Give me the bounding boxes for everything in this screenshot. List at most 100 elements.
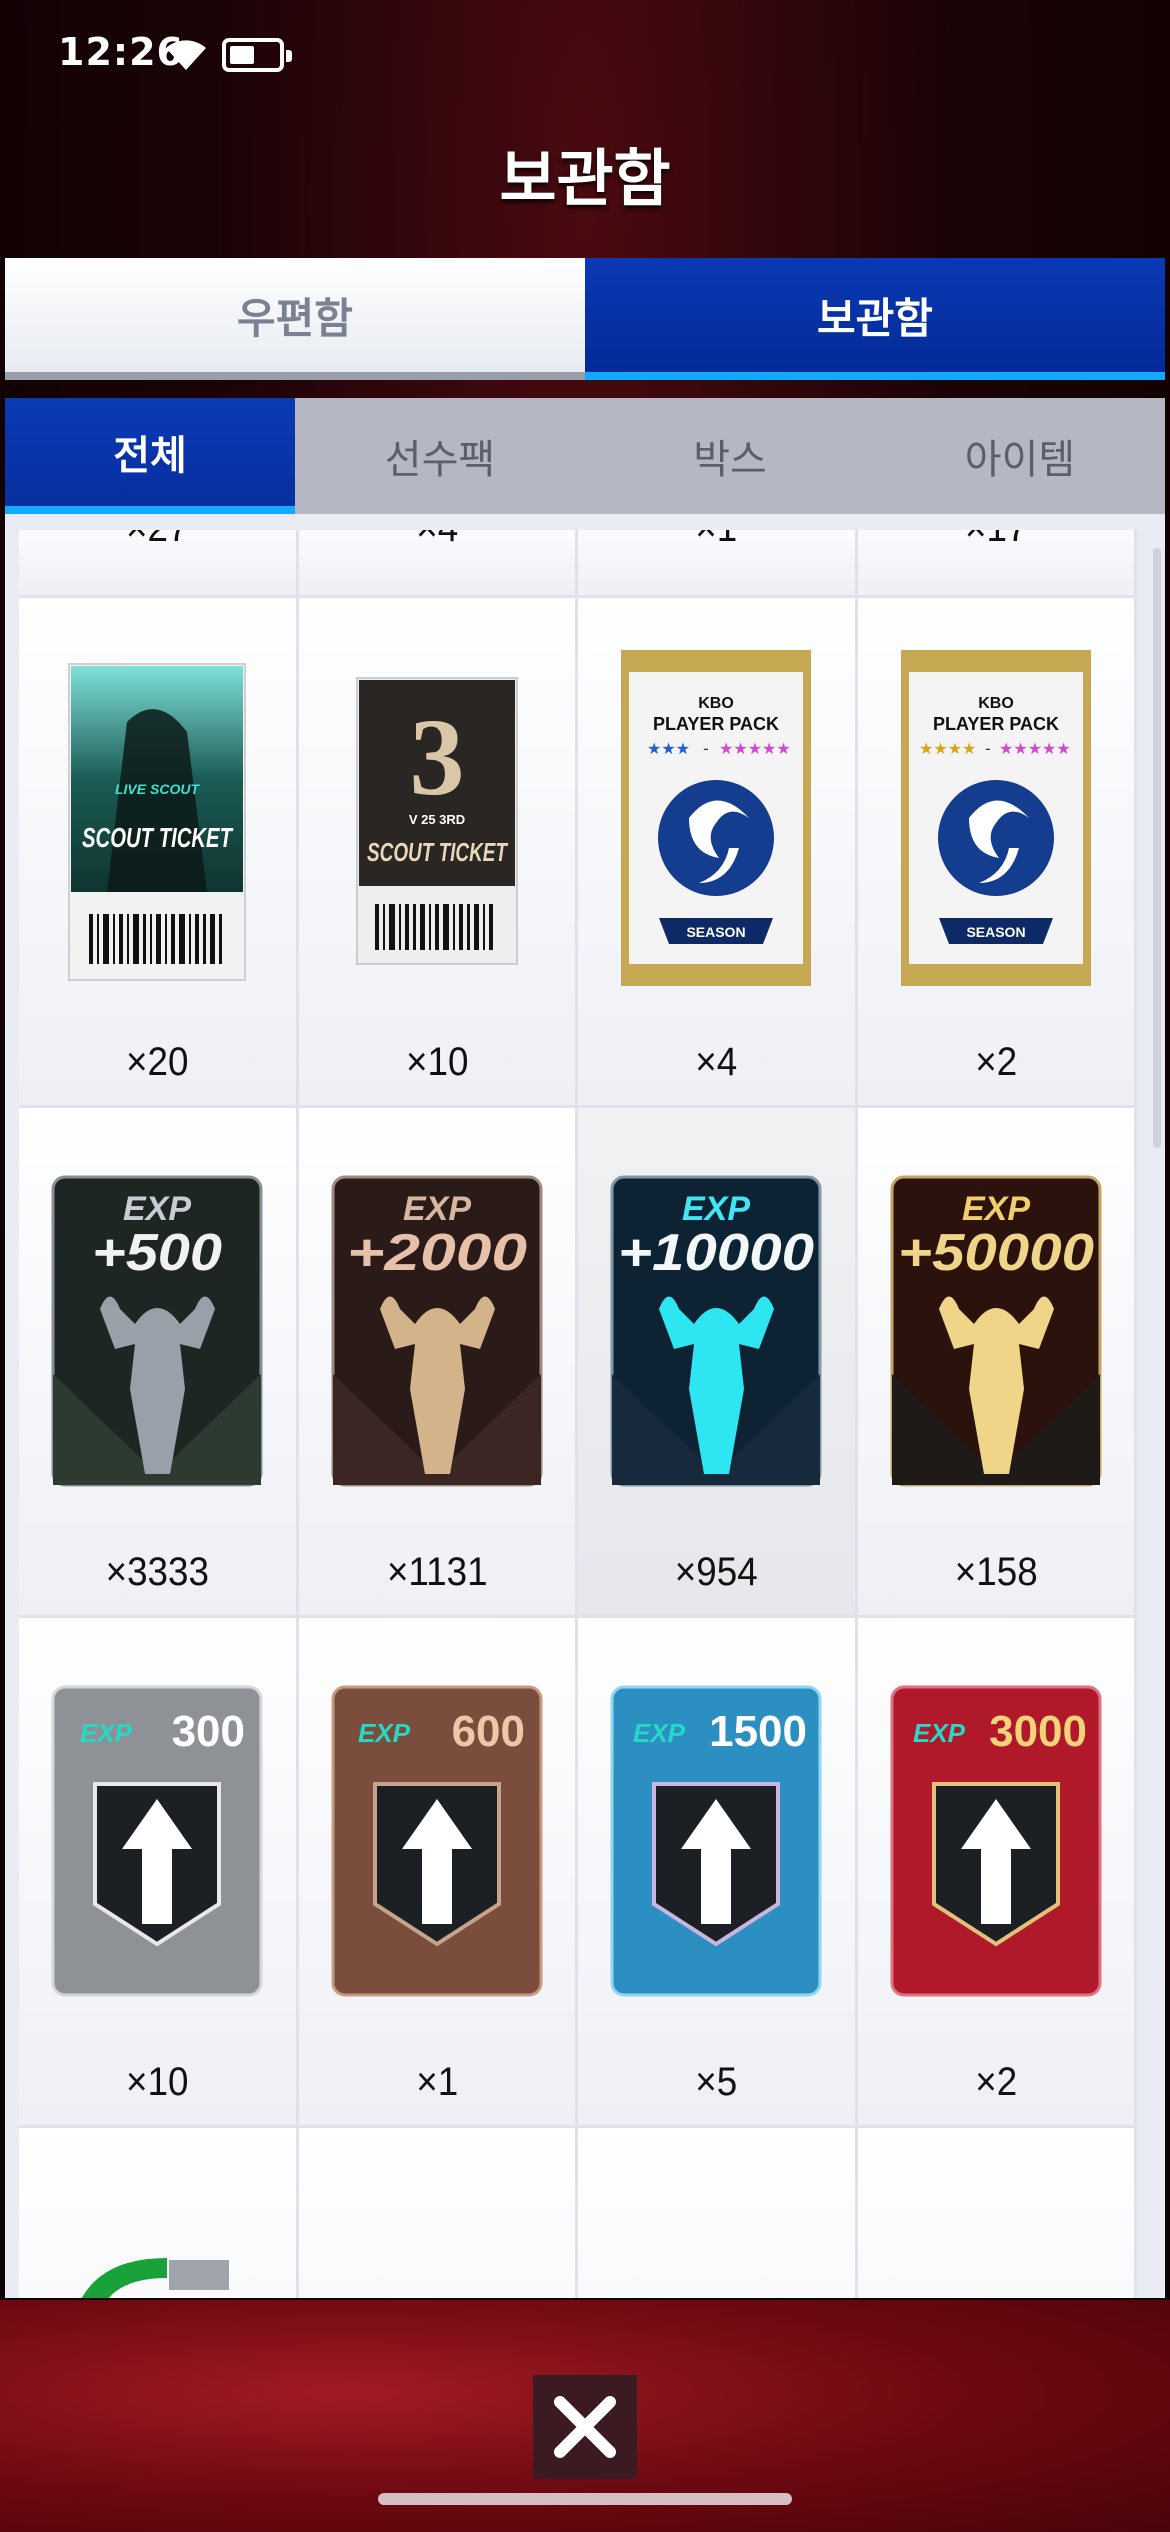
item-slot[interactable]: ×17 (857, 530, 1137, 598)
exp-amount: 1500 (709, 1707, 807, 1756)
main-tab-bar: 우편함 보관함 (5, 258, 1165, 380)
live-scout-ticket-icon: LIVE SCOUT SCOUT TICKET (68, 663, 247, 981)
close-button[interactable] (533, 2375, 637, 2479)
exp-label: EXP (633, 1718, 686, 1748)
grid-scrollbar[interactable] (1153, 548, 1161, 1148)
tab-boxes[interactable]: 박스 (585, 398, 875, 514)
battery-icon (222, 38, 292, 72)
tab-items[interactable]: 아이템 (875, 398, 1165, 514)
tab-storage[interactable]: 보관함 (585, 258, 1165, 380)
item-slot[interactable]: ×4 (298, 530, 578, 598)
exp-card-silver-icon: EXP +500 (51, 1175, 263, 1487)
kbo-player-pack-icon: KBO PLAYER PACK ★★★ - ★★★★★ SEASON (621, 650, 812, 986)
item-slot[interactable]: LIVE SCOUT SCOUT TICKET ×20 (19, 598, 299, 1108)
item-slot[interactable] (578, 2128, 858, 2298)
exp-amount: +2000 (347, 1224, 527, 1282)
kbo-player-pack-gold-icon: KBO PLAYER PACK ★★★★ - ★★★★★ SEASON (900, 650, 1091, 986)
exp-card-cyan-icon: EXP +10000 (610, 1175, 822, 1487)
pack-band: SEASON (687, 924, 746, 940)
item-slot[interactable]: ×27 (19, 530, 299, 598)
ticket-label: SCOUT TICKET (367, 837, 509, 867)
item-grid[interactable]: ×27 ×4 ×1 ×17 LIVE SCOUT SCOUT TICKET (19, 530, 1137, 2298)
item-slot[interactable]: EXP +2000 ×1131 (298, 1108, 578, 1618)
pack-line2: PLAYER PACK (933, 714, 1059, 734)
pack-band: SEASON (966, 924, 1025, 940)
home-indicator[interactable] (378, 2493, 792, 2505)
item-count: ×1 (589, 530, 843, 551)
item-row: ×27 ×4 ×1 ×17 (19, 530, 1137, 598)
svg-text:★★★: ★★★ (647, 739, 690, 758)
tab-mailbox[interactable]: 우편함 (5, 258, 585, 380)
item-count: ×17 (869, 530, 1123, 551)
item-slot[interactable]: EXP 300 ×10 (19, 1618, 299, 2128)
exp-label: EXP (358, 1718, 411, 1748)
item-slot[interactable]: EXP 1500 ×5 (578, 1618, 858, 2128)
tab-all[interactable]: 전체 (5, 398, 295, 514)
svg-text:★★★★: ★★★★ (919, 739, 976, 758)
pack-line2: PLAYER PACK (653, 714, 779, 734)
item-slot[interactable]: ×1 (578, 530, 858, 598)
pack-line1: KBO (698, 695, 734, 712)
exp-boost-red-icon: EXP 3000 (890, 1685, 1102, 1997)
exp-amount: 300 (172, 1707, 245, 1756)
exp-boost-blue-icon: EXP 1500 (610, 1685, 822, 1997)
item-count: ×4 (310, 530, 564, 551)
exp-label: EXP (682, 1190, 750, 1228)
item-slot[interactable]: 3 V 25 3RD SCOUT TICKET ×10 (298, 598, 578, 1108)
svg-text:★★★★★: ★★★★★ (999, 739, 1071, 758)
exp-boost-silver-icon: EXP 300 (51, 1685, 263, 1997)
status-bar: 12:26 (0, 0, 1170, 110)
item-count: ×20 (126, 1040, 189, 1084)
svg-text:3: 3 (409, 696, 464, 818)
item-icon (82, 2258, 230, 2298)
item-count: ×10 (405, 1040, 468, 1084)
item-row (19, 2128, 1137, 2298)
item-slot[interactable]: EXP 3000 ×2 (857, 1618, 1137, 2128)
item-row: EXP +500 ×3333 EXP +2000 ×1131 EXP +1000… (19, 1108, 1137, 1618)
scout-ticket-3rd-icon: 3 V 25 3RD SCOUT TICKET (355, 677, 518, 965)
item-slot[interactable] (857, 2128, 1137, 2298)
item-count: ×954 (674, 1550, 758, 1594)
exp-boost-bronze-icon: EXP 600 (331, 1685, 543, 1997)
item-slot[interactable]: KBO PLAYER PACK ★★★★ - ★★★★★ SEASON ×2 (857, 598, 1137, 1108)
svg-text:★★★★★: ★★★★★ (719, 739, 791, 758)
exp-card-gold-icon: EXP +50000 (890, 1175, 1102, 1487)
exp-amount: +50000 (898, 1224, 1094, 1282)
page-title: 보관함 (499, 142, 671, 215)
item-slot[interactable] (298, 2128, 578, 2298)
ticket-badge: LIVE SCOUT (115, 781, 200, 797)
item-count: ×4 (695, 1040, 738, 1084)
exp-card-bronze-icon: EXP +2000 (331, 1175, 543, 1487)
item-slot[interactable]: EXP +500 ×3333 (19, 1108, 299, 1618)
item-slot[interactable]: EXP +10000 ×954 (578, 1108, 858, 1618)
tab-player-packs[interactable]: 선수팩 (295, 398, 585, 514)
exp-label: EXP (403, 1190, 471, 1228)
exp-amount: +500 (92, 1224, 222, 1282)
item-count: ×3333 (105, 1550, 209, 1594)
exp-label: EXP (123, 1190, 191, 1228)
category-tab-bar: 전체 선수팩 박스 아이템 (5, 398, 1165, 514)
svg-text:-: - (703, 739, 709, 758)
svg-text:-: - (985, 739, 991, 758)
item-slot[interactable]: KBO PLAYER PACK ★★★ - ★★★★★ SEASON ×4 (578, 598, 858, 1108)
exp-label: EXP (962, 1190, 1030, 1228)
item-count: ×1131 (386, 1550, 488, 1594)
item-slot[interactable]: EXP 600 ×1 (298, 1618, 578, 2128)
pack-line1: KBO (978, 695, 1014, 712)
item-count: ×10 (126, 2060, 189, 2104)
item-count: ×5 (695, 2060, 738, 2104)
item-count: ×2 (974, 1040, 1017, 1084)
storage-panel: 전체 선수팩 박스 아이템 ×27 ×4 ×1 ×17 LIVE SCOUT S… (5, 398, 1165, 2298)
item-count: ×2 (974, 2060, 1017, 2104)
item-slot[interactable]: EXP +50000 ×158 (857, 1108, 1137, 1618)
item-count: ×158 (954, 1550, 1038, 1594)
item-count: ×27 (30, 530, 284, 551)
item-slot[interactable] (19, 2128, 299, 2298)
exp-amount: +10000 (618, 1224, 814, 1282)
item-row: EXP 300 ×10 EXP 600 ×1 EXP 1500 ×5 EXP 3… (19, 1618, 1137, 2128)
exp-label: EXP (913, 1718, 966, 1748)
exp-amount: 600 (451, 1707, 524, 1756)
close-icon (554, 2396, 616, 2458)
exp-label: EXP (80, 1718, 133, 1748)
item-count: ×1 (415, 2060, 458, 2104)
